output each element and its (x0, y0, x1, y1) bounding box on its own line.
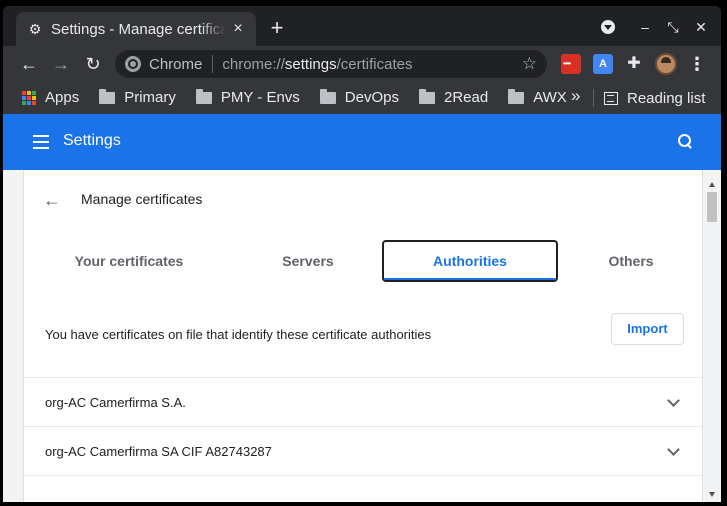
page-title: Manage certificates (81, 191, 203, 207)
apps-grid-icon (22, 90, 36, 105)
tab-your-certificates[interactable]: Your certificates (24, 240, 234, 282)
reading-list-button[interactable]: Reading list (604, 85, 705, 111)
bookmark-folder-2read[interactable]: 2Read (418, 85, 489, 111)
bookmarks-overflow-icon[interactable]: » (571, 86, 580, 106)
tab-title: Settings - Manage certificates (51, 20, 226, 38)
certificate-tabs: Your certificates Servers Authorities Ot… (24, 240, 704, 282)
back-button[interactable]: ← (19, 54, 39, 74)
close-window-button[interactable]: ✕ (691, 18, 711, 36)
authority-name: org-AC Camerfirma S.A. (45, 395, 186, 410)
settings-header: Settings (3, 114, 721, 170)
tab-search-button[interactable] (598, 18, 618, 36)
folder-icon (418, 88, 435, 104)
list-item[interactable]: org-AC Camerfirma SA CIF A82743287 (24, 426, 704, 475)
bookmarks-divider (593, 89, 594, 107)
extensions-puzzle-icon[interactable]: ✚ (624, 54, 644, 74)
omnibox-divider (212, 55, 214, 73)
bookmark-label: PMY - Envs (220, 89, 300, 106)
scroll-up-arrow-icon[interactable] (709, 182, 715, 187)
reload-button[interactable]: ↻ (83, 54, 103, 74)
reading-list-icon (604, 91, 618, 105)
bookmarks-bar: Apps Primary PMY - Envs DevOps 2Read AWX… (3, 82, 721, 113)
url-path: /certificates (336, 55, 413, 73)
tab-settings-certificates[interactable]: ⚙ Settings - Manage certificates × (16, 12, 256, 46)
bookmark-label: Apps (45, 89, 80, 106)
hamburger-menu-icon[interactable] (33, 135, 49, 149)
bookmark-folder-awx[interactable]: AWX (508, 85, 567, 111)
authorities-list: org-AC Camerfirma S.A. org-AC Camerfirma… (24, 377, 704, 502)
expand-chevron-icon[interactable] (666, 444, 680, 458)
omnibox-chip-label: Chrome (149, 55, 203, 73)
page-content: Settings ← Manage certificates Your cert… (3, 114, 721, 502)
bookmark-label: AWX (533, 89, 567, 106)
url-text: chrome://settings/certificates (222, 56, 412, 73)
new-tab-button[interactable]: + (267, 17, 287, 39)
list-item[interactable] (24, 475, 704, 502)
tab-strip: ⚙ Settings - Manage certificates × + – ⤡… (3, 6, 721, 46)
tab-close-icon[interactable]: × (230, 21, 246, 37)
folder-icon (319, 88, 336, 104)
bookmark-label: Primary (124, 89, 176, 106)
bookmark-label: DevOps (344, 89, 399, 106)
folder-icon (99, 88, 116, 104)
back-arrow-icon[interactable]: ← (42, 190, 62, 210)
chrome-icon (125, 56, 141, 72)
certificates-card: ← Manage certificates Your certificates … (23, 170, 704, 502)
profile-avatar[interactable] (655, 53, 677, 75)
gear-icon: ⚙ (28, 21, 42, 37)
expand-chevron-icon[interactable] (666, 395, 680, 409)
minimize-button[interactable]: – (635, 18, 655, 36)
bookmark-folder-devops[interactable]: DevOps (319, 85, 399, 111)
tab-authorities[interactable]: Authorities (382, 240, 558, 282)
reading-list-label: Reading list (627, 89, 706, 107)
bookmark-star-icon[interactable]: ☆ (522, 54, 537, 74)
folder-icon (508, 88, 525, 104)
url-host: settings (284, 55, 337, 73)
scrollbar-thumb[interactable] (707, 192, 717, 222)
maximize-button[interactable]: ⤡ (663, 18, 683, 36)
chevron-down-icon (601, 20, 615, 34)
url-scheme: chrome:// (222, 55, 285, 73)
folder-icon (195, 88, 212, 104)
vertical-scrollbar[interactable] (705, 178, 719, 502)
kebab-menu-icon[interactable]: ⋮ (687, 54, 707, 74)
search-icon[interactable] (677, 133, 695, 151)
address-bar[interactable]: Chrome chrome://settings/certificates ☆ (115, 50, 547, 78)
bookmark-label: 2Read (443, 89, 489, 106)
scroll-down-arrow-icon[interactable] (709, 492, 715, 497)
authority-name: org-AC Camerfirma SA CIF A82743287 (45, 444, 272, 459)
import-button[interactable]: Import (611, 313, 684, 345)
authorities-info-text: You have certificates on file that ident… (45, 327, 432, 342)
toolbar: ← → ↻ Chrome chrome://settings/certifica… (3, 46, 721, 82)
translate-extension-icon[interactable]: A (593, 54, 613, 74)
forward-button[interactable]: → (51, 54, 71, 74)
extension-red-icon[interactable] (561, 54, 581, 74)
browser-window: ⚙ Settings - Manage certificates × + – ⤡… (3, 6, 721, 502)
settings-title: Settings (63, 132, 121, 149)
authorities-info-row: You have certificates on file that ident… (24, 310, 704, 360)
bookmark-apps[interactable]: Apps (22, 85, 79, 111)
tab-others[interactable]: Others (558, 240, 704, 282)
bookmark-folder-primary[interactable]: Primary (99, 85, 176, 111)
tab-servers[interactable]: Servers (234, 240, 382, 282)
list-item[interactable]: org-AC Camerfirma S.A. (24, 377, 704, 426)
bookmark-folder-pmy-envs[interactable]: PMY - Envs (195, 85, 300, 111)
